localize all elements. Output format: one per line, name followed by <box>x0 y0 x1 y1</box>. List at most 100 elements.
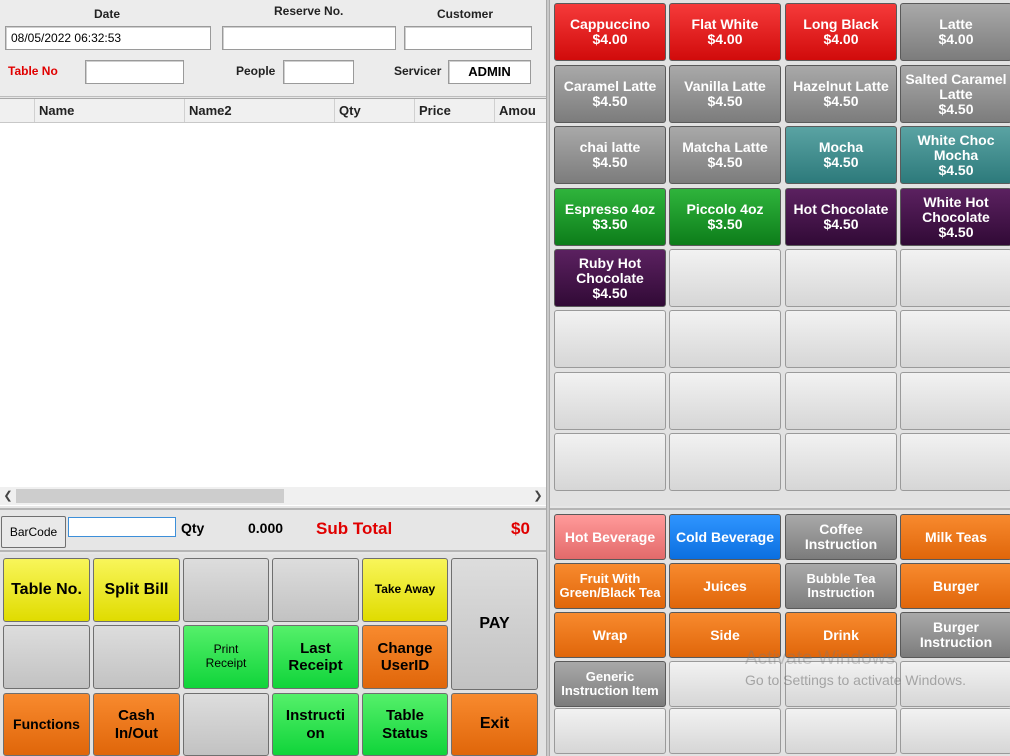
product-name: Piccolo 4oz <box>686 201 764 217</box>
empty-product-slot[interactable] <box>669 310 781 368</box>
product-price: $4.50 <box>707 154 743 170</box>
product-name: Matcha Latte <box>682 139 768 155</box>
empty-product-slot[interactable] <box>669 372 781 430</box>
empty-product-slot[interactable] <box>669 433 781 491</box>
category-button[interactable]: Wrap <box>554 612 666 658</box>
take-away-button[interactable]: Take Away <box>362 558 448 622</box>
product-button[interactable]: Vanilla Latte $4.50 <box>669 65 781 123</box>
category-button[interactable]: Generic Instruction Item <box>554 661 666 707</box>
category-label: Milk Teas <box>925 528 987 545</box>
product-button[interactable]: Flat White $4.00 <box>669 3 781 61</box>
product-button[interactable]: Cappuccino $4.00 <box>554 3 666 61</box>
empty-category-slot[interactable] <box>785 708 897 754</box>
cash-inout-button[interactable]: Cash In/Out <box>93 693 180 756</box>
product-price: $4.50 <box>592 154 628 170</box>
last-receipt-button[interactable]: Last Receipt <box>272 625 359 689</box>
horizontal-scrollbar[interactable]: ❮ ❯ <box>0 487 546 505</box>
product-price: $4.50 <box>592 93 628 109</box>
empty-product-slot[interactable] <box>785 249 897 307</box>
customer-field[interactable] <box>404 26 532 50</box>
product-button[interactable]: White Choc Mocha $4.50 <box>900 126 1010 184</box>
product-button[interactable]: Ruby Hot Chocolate $4.50 <box>554 249 666 307</box>
product-button[interactable]: Matcha Latte $4.50 <box>669 126 781 184</box>
blank-key-1[interactable] <box>183 558 269 622</box>
empty-product-slot[interactable] <box>785 372 897 430</box>
empty-category-slot[interactable] <box>554 708 666 754</box>
product-button[interactable]: chai latte $4.50 <box>554 126 666 184</box>
empty-product-slot[interactable] <box>900 433 1010 491</box>
blank-key-2[interactable] <box>272 558 359 622</box>
product-button[interactable]: Mocha $4.50 <box>785 126 897 184</box>
product-button[interactable]: Long Black $4.00 <box>785 3 897 61</box>
change-userid-button[interactable]: Change UserID <box>362 625 448 689</box>
category-button[interactable]: Bubble Tea Instruction <box>785 563 897 609</box>
column-name2[interactable]: Name2 <box>184 99 334 122</box>
empty-product-slot[interactable] <box>554 310 666 368</box>
table-no-field[interactable] <box>85 60 184 84</box>
servicer-label: Servicer <box>394 64 442 78</box>
column-qty[interactable]: Qty <box>334 99 414 122</box>
blank-key-3[interactable] <box>3 625 90 689</box>
empty-product-slot[interactable] <box>900 310 1010 368</box>
product-button[interactable]: Hazelnut Latte $4.50 <box>785 65 897 123</box>
category-button[interactable]: Coffee Instruction <box>785 514 897 560</box>
category-label: Burger Instruction <box>919 619 993 650</box>
servicer-field[interactable]: ADMIN <box>448 60 531 84</box>
functions-button[interactable]: Functions <box>3 693 90 756</box>
category-button[interactable]: Fruit With Green/Black Tea <box>554 563 666 609</box>
table-status-button[interactable]: Table Status <box>362 693 448 756</box>
product-price: $4.00 <box>938 31 974 47</box>
empty-product-slot[interactable] <box>900 249 1010 307</box>
category-button[interactable]: Milk Teas <box>900 514 1010 560</box>
empty-product-slot[interactable] <box>900 372 1010 430</box>
empty-product-slot[interactable] <box>785 433 897 491</box>
scroll-left-icon[interactable]: ❮ <box>0 487 16 505</box>
category-button[interactable]: Cold Beverage <box>669 514 781 560</box>
product-price: $4.50 <box>592 284 628 301</box>
column-amount[interactable]: Amou <box>494 99 546 122</box>
product-price: $3.50 <box>592 216 628 232</box>
split-bill-button[interactable]: Split Bill <box>93 558 180 622</box>
reserve-field[interactable] <box>222 26 396 50</box>
product-button[interactable]: Salted Caramel Latte $4.50 <box>900 65 1010 123</box>
date-field[interactable]: 08/05/2022 06:32:53 <box>5 26 211 50</box>
column-name[interactable]: Name <box>34 99 184 122</box>
pay-button[interactable]: PAY <box>451 558 538 690</box>
category-button[interactable]: Hot Beverage <box>554 514 666 560</box>
people-label: People <box>236 64 276 78</box>
product-button[interactable]: Piccolo 4oz $3.50 <box>669 188 781 246</box>
empty-product-slot[interactable] <box>785 310 897 368</box>
product-button[interactable]: Espresso 4oz $3.50 <box>554 188 666 246</box>
barcode-input[interactable] <box>68 517 176 537</box>
category-button[interactable]: Juices <box>669 563 781 609</box>
product-price: $4.50 <box>823 93 859 109</box>
empty-product-slot[interactable] <box>669 249 781 307</box>
product-price: $3.50 <box>707 216 743 232</box>
table-no-button[interactable]: Table No. <box>3 558 90 622</box>
exit-button[interactable]: Exit <box>451 693 538 756</box>
scroll-right-icon[interactable]: ❯ <box>530 487 546 505</box>
print-receipt-button[interactable]: Print Receipt <box>183 625 269 689</box>
empty-product-slot[interactable] <box>554 433 666 491</box>
scrollbar-thumb[interactable] <box>16 489 284 503</box>
order-grid[interactable]: Name Name2 Qty Price Amou ❮ ❯ <box>0 98 546 506</box>
barcode-button[interactable]: BarCode <box>1 516 66 548</box>
product-name: Flat White <box>691 16 759 32</box>
category-label: Drink <box>823 626 859 643</box>
category-button[interactable]: Burger <box>900 563 1010 609</box>
product-name: Latte <box>939 16 973 32</box>
blank-key-5[interactable] <box>183 693 269 756</box>
empty-category-slot[interactable] <box>669 708 781 754</box>
column-price[interactable]: Price <box>414 99 494 122</box>
product-button[interactable]: Latte $4.00 <box>900 3 1010 61</box>
product-button[interactable]: White Hot Chocolate $4.50 <box>900 188 1010 246</box>
instruction-button[interactable]: Instructi on <box>272 693 359 756</box>
category-button[interactable]: Burger Instruction <box>900 612 1010 658</box>
people-field[interactable] <box>283 60 354 84</box>
watermark-title: Activate Windows <box>745 648 895 669</box>
empty-category-slot[interactable] <box>900 708 1010 754</box>
product-button[interactable]: Hot Chocolate $4.50 <box>785 188 897 246</box>
product-button[interactable]: Caramel Latte $4.50 <box>554 65 666 123</box>
empty-product-slot[interactable] <box>554 372 666 430</box>
blank-key-4[interactable] <box>93 625 180 689</box>
